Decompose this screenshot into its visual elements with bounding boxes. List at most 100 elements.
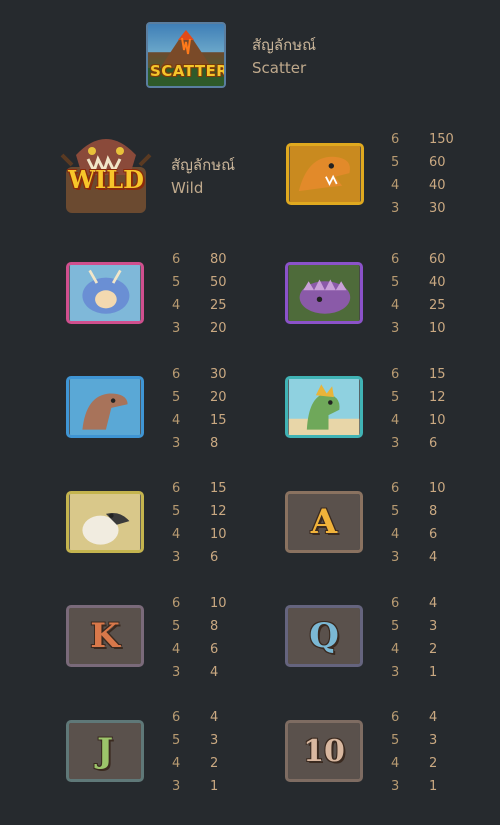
payout-value: 25	[210, 298, 227, 313]
match-count: 3	[391, 201, 400, 216]
payout-value: 20	[210, 390, 227, 405]
payout-value: 1	[429, 779, 438, 794]
paytable-row: 3 30	[391, 201, 500, 221]
match-count: 6	[172, 596, 181, 611]
paytable-row: 31	[391, 779, 500, 799]
paytable-row: 4 25	[172, 298, 282, 318]
q-symbol-glyph: Q	[309, 616, 339, 656]
match-count: 6	[391, 596, 400, 611]
ten-symbol: 10	[285, 720, 363, 782]
dilophosaurus-symbol-paytable: 6 15 5 12 4 10 3 6	[391, 367, 500, 457]
payout-value: 10	[210, 527, 227, 542]
match-count: 5	[391, 504, 400, 519]
paytable-row: 5 12	[172, 504, 282, 524]
scatter-symbol: SCATTER	[146, 22, 226, 88]
payout-value: 4	[210, 665, 219, 680]
payout-value: 6	[210, 642, 219, 657]
payout-value: 6	[429, 436, 438, 451]
paytable-row: 31	[391, 665, 500, 685]
paytable-row: 6 10	[172, 596, 282, 616]
match-count: 4	[172, 527, 181, 542]
match-count: 3	[391, 436, 400, 451]
payout-value: 20	[210, 321, 227, 336]
paytable-row: 6 60	[391, 252, 500, 272]
paytable-row: 6 15	[172, 481, 282, 501]
match-count: 5	[391, 619, 400, 634]
payout-value: 4	[429, 710, 438, 725]
match-count: 6	[391, 252, 400, 267]
dilophosaurus-symbol	[285, 376, 363, 438]
scatter-badge: SCATTER	[150, 62, 226, 80]
payout-value: 10	[429, 413, 446, 428]
paytable-row: 3 10	[391, 321, 500, 341]
paytable-row: 46	[172, 642, 282, 662]
paytable-row: 5 12	[391, 390, 500, 410]
paytable-row: 4 10	[391, 413, 500, 433]
match-count: 6	[391, 481, 400, 496]
match-count: 6	[391, 132, 400, 147]
match-count: 5	[172, 733, 181, 748]
payout-value: 40	[429, 178, 446, 193]
payout-value: 50	[210, 275, 227, 290]
payout-value: 1	[429, 665, 438, 680]
paytable-row: 4 15	[172, 413, 282, 433]
paytable-row: 4 25	[391, 298, 500, 318]
t-rex-icon	[289, 146, 361, 202]
match-count: 3	[172, 321, 181, 336]
k-symbol: K	[66, 605, 144, 667]
paytable-row: 34	[172, 665, 282, 685]
paytable-row: 53	[391, 619, 500, 639]
match-count: 3	[391, 550, 400, 565]
payout-value: 15	[210, 413, 227, 428]
match-count: 4	[172, 642, 181, 657]
match-count: 4	[391, 527, 400, 542]
k-symbol-paytable: 6 10 5 8 4 6 3 4	[172, 596, 282, 686]
ankylosaurus-symbol-paytable: 6 60 5 40 4 25 3 10	[391, 252, 500, 342]
match-count: 4	[391, 178, 400, 193]
match-count: 5	[391, 275, 400, 290]
dodo-icon	[69, 494, 141, 550]
match-count: 5	[391, 390, 400, 405]
payout-value: 30	[210, 367, 227, 382]
match-count: 3	[172, 436, 181, 451]
match-count: 6	[172, 710, 181, 725]
paytable-row: 6 30	[172, 367, 282, 387]
payout-value: 3	[429, 619, 438, 634]
paytable-row: 5 60	[391, 155, 500, 175]
match-count: 6	[391, 710, 400, 725]
a-symbol-glyph: A	[310, 502, 338, 542]
payout-value: 4	[429, 596, 438, 611]
match-count: 4	[391, 413, 400, 428]
match-count: 4	[391, 642, 400, 657]
payout-value: 1	[210, 779, 219, 794]
paytable-row: 42	[391, 642, 500, 662]
ankylosaurus-icon	[288, 265, 360, 321]
payout-value: 2	[429, 756, 438, 771]
paytable-row: 38	[172, 436, 282, 456]
match-count: 6	[172, 481, 181, 496]
triceratops-icon	[69, 265, 141, 321]
triceratops-symbol-paytable: 6 80 5 50 4 25 3 20	[172, 252, 282, 342]
raptor-symbol	[66, 376, 144, 438]
triceratops-symbol	[66, 262, 144, 324]
match-count: 5	[391, 155, 400, 170]
paytable-row: 6 150	[391, 132, 500, 152]
wild-badge: WILD	[68, 165, 144, 194]
payout-value: 25	[429, 298, 446, 313]
match-count: 5	[172, 504, 181, 519]
paytable-row: 6 10	[391, 481, 500, 501]
paytable-row: 64	[391, 596, 500, 616]
payout-value: 30	[429, 201, 446, 216]
raptor-symbol-paytable: 6 30 5 20 4 15 3 8	[172, 367, 282, 457]
j-symbol: J	[66, 720, 144, 782]
match-count: 6	[172, 367, 181, 382]
j-symbol-paytable: 64534231	[172, 710, 282, 800]
payout-value: 8	[210, 436, 219, 451]
payout-value: 6	[210, 550, 219, 565]
t-rex-symbol-paytable: 6 150 5 60 4 40 3 30	[391, 132, 500, 222]
payout-value: 10	[429, 321, 446, 336]
match-count: 3	[391, 779, 400, 794]
payout-value: 40	[429, 275, 446, 290]
paytable-row: 5 40	[391, 275, 500, 295]
t-rex-symbol	[286, 143, 364, 205]
